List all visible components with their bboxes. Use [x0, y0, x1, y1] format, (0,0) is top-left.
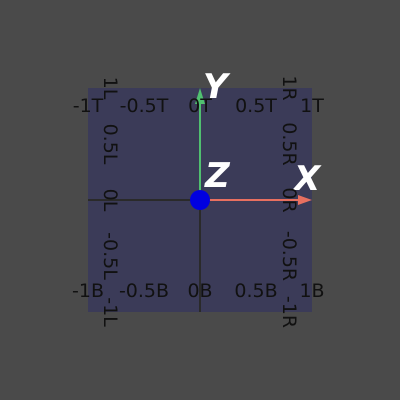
- tick-left: 0.5L: [99, 124, 121, 165]
- z-axis-label: Z: [204, 156, 231, 196]
- 3d-viewport[interactable]: Y Z X -1T -0.5T 0T 0.5T 1T -1B -0.5B 0B …: [0, 0, 400, 400]
- tick-right: -1R: [278, 296, 300, 328]
- tick-top: 0T: [188, 95, 212, 117]
- tick-left: -1L: [99, 297, 121, 327]
- tick-right: 1R: [278, 75, 300, 100]
- tick-bottom: 1B: [299, 280, 324, 302]
- tick-left: 1L: [99, 77, 121, 100]
- tick-bottom: -0.5B: [119, 280, 169, 302]
- tick-right: 0R: [278, 187, 300, 212]
- tick-top: 0.5T: [235, 95, 277, 117]
- tick-left: 0L: [99, 189, 121, 212]
- tick-right: 0.5R: [278, 122, 300, 165]
- tick-bottom: 0B: [187, 280, 212, 302]
- tick-bottom: 0.5B: [234, 280, 277, 302]
- tick-left: -0.5L: [99, 232, 121, 280]
- axes-scene: Y Z X -1T -0.5T 0T 0.5T 1T -1B -0.5B 0B …: [72, 67, 325, 328]
- tick-top: 1T: [300, 95, 324, 117]
- tick-top: -0.5T: [120, 95, 169, 117]
- tick-right: -0.5R: [278, 231, 300, 281]
